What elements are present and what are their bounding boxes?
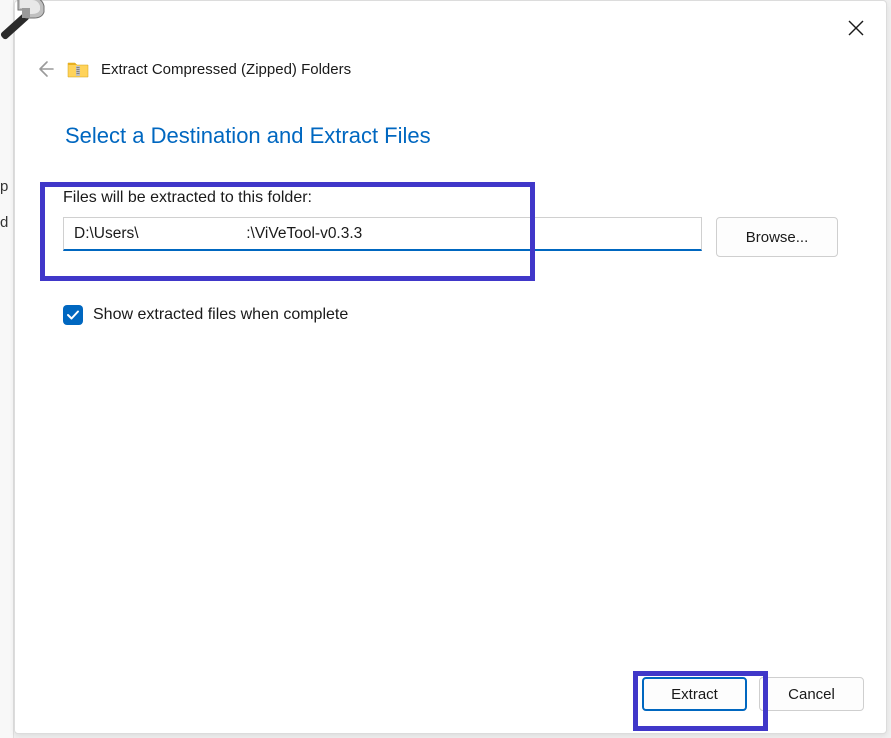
checkbox-label: Show extracted files when complete bbox=[93, 306, 348, 324]
close-icon bbox=[848, 20, 864, 36]
close-button[interactable] bbox=[838, 13, 874, 43]
hammer-overlay-icon bbox=[0, 0, 48, 52]
bg-char: p bbox=[0, 178, 8, 195]
dialog-footer: Extract Cancel bbox=[15, 661, 886, 733]
background-panel: p d bbox=[0, 0, 14, 738]
back-button[interactable] bbox=[35, 59, 55, 79]
show-files-checkbox-row: Show extracted files when complete bbox=[63, 305, 838, 325]
page-heading: Select a Destination and Extract Files bbox=[65, 123, 838, 149]
zip-folder-icon bbox=[67, 60, 89, 78]
path-label: Files will be extracted to this folder: bbox=[63, 189, 838, 207]
dialog-header: Extract Compressed (Zipped) Folders bbox=[15, 1, 886, 95]
dialog-title: Extract Compressed (Zipped) Folders bbox=[101, 61, 351, 78]
path-row: Browse... bbox=[63, 217, 838, 257]
arrow-left-icon bbox=[35, 59, 55, 79]
destination-path-input[interactable] bbox=[63, 217, 702, 251]
extract-dialog: Extract Compressed (Zipped) Folders Sele… bbox=[14, 0, 887, 734]
checkmark-icon bbox=[66, 308, 80, 322]
browse-button[interactable]: Browse... bbox=[716, 217, 838, 257]
cancel-button[interactable]: Cancel bbox=[759, 677, 864, 711]
show-files-checkbox[interactable] bbox=[63, 305, 83, 325]
extract-button[interactable]: Extract bbox=[642, 677, 747, 711]
titlebar bbox=[838, 13, 874, 43]
dialog-content: Select a Destination and Extract Files F… bbox=[15, 95, 886, 661]
bg-char: d bbox=[0, 214, 8, 231]
